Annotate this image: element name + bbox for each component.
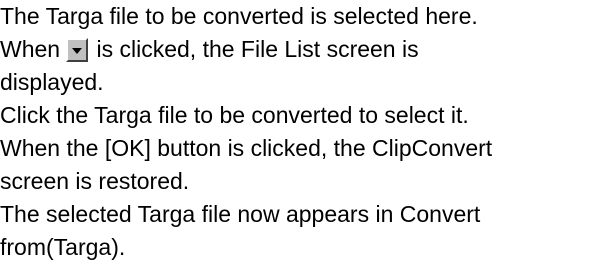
help-line-2: When is clicked, the File List screen is (0, 33, 614, 66)
chevron-down-icon (72, 48, 83, 54)
help-line-8: from(Targa). (0, 234, 126, 260)
help-text-block: The Targa file to be converted is select… (0, 0, 614, 264)
help-line-2-start: When (0, 36, 61, 62)
help-line-1: The Targa file to be converted is select… (0, 3, 478, 29)
help-line-2-end: is clicked, the File List screen is (90, 36, 419, 62)
help-line-7: The selected Targa file now appears in C… (0, 201, 481, 227)
help-line-6: screen is restored. (0, 168, 190, 194)
help-line-4: Click the Targa file to be converted to … (0, 102, 469, 128)
help-line-5: When the [OK] button is clicked, the Cli… (0, 135, 493, 161)
help-line-3: displayed. (0, 69, 104, 95)
dropdown-button[interactable] (66, 38, 89, 62)
